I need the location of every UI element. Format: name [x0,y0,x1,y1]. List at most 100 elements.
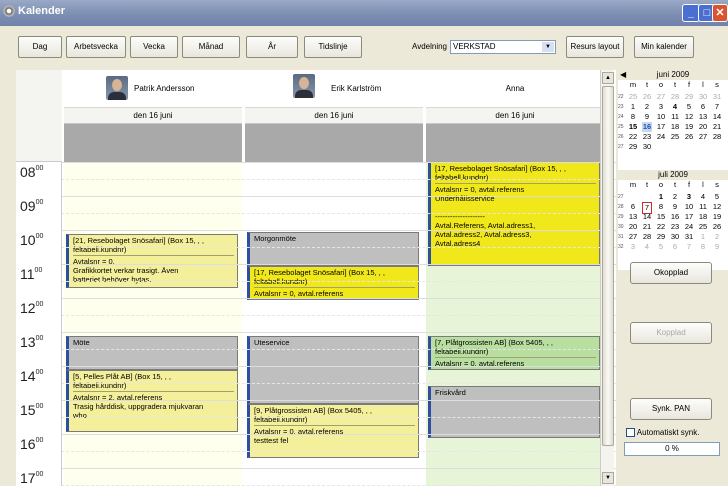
calendar-day[interactable]: 3 [656,102,666,112]
appointment[interactable]: [21, Resebolaget Snösafari] (Box 15, , ,… [66,234,238,288]
calendar-day[interactable]: 25 [670,132,680,142]
allday-band[interactable] [426,124,604,162]
calendar-day[interactable]: 14 [712,112,722,122]
calendar-day[interactable]: 19 [712,212,722,222]
calendar-day[interactable]: 27 [698,132,708,142]
calendar-day[interactable]: 31 [712,92,722,102]
calendar-day[interactable]: 24 [656,132,666,142]
calendar-day[interactable]: 5 [656,242,666,252]
vertical-scrollbar[interactable]: ▲ ▼ [600,70,614,486]
calendar-day[interactable]: 23 [670,222,680,232]
calendar-day[interactable]: 24 [684,222,694,232]
calendar-day[interactable]: 16 [642,122,652,132]
allday-band[interactable] [64,124,242,162]
calendar-day[interactable]: 17 [656,122,666,132]
auto-sync-checkbox[interactable]: Automatiskt synk. [626,428,699,438]
calendar-day[interactable]: 6 [698,102,708,112]
calendar-day[interactable]: 8 [628,112,638,122]
calendar-day[interactable]: 3 [684,192,694,202]
appointment[interactable]: [7, Plåtgrossisten AB] (Box 5405, , , fel… [428,336,600,370]
calendar-day[interactable]: 28 [670,92,680,102]
calendar-day[interactable]: 29 [656,232,666,242]
appointment[interactable]: [17, Resebolaget Snösafari] (Box 15, , ,… [428,162,600,266]
appointment[interactable]: Morgonmöte [247,232,419,266]
calendar-day[interactable]: 9 [670,202,680,212]
scrollbar-thumb[interactable] [602,86,614,446]
view-timeline-button[interactable]: Tidslinje [304,36,362,58]
calendar-day[interactable]: 5 [712,192,722,202]
calendar-day[interactable]: 4 [670,102,680,112]
calendar-day[interactable]: 13 [628,212,638,222]
calendar-day[interactable]: 12 [684,112,694,122]
calendar-day[interactable]: 6 [628,202,638,212]
calendar-day[interactable]: 2 [670,192,680,202]
calendar-day[interactable]: 6 [670,242,680,252]
okopplad-button[interactable]: Okopplad [630,262,712,284]
sync-pan-button[interactable]: Synk. PAN [630,398,712,420]
calendar-day[interactable]: 11 [698,202,708,212]
appointment[interactable]: [5, Pelles Plåt AB] (Box 15, , , feltabel… [66,370,238,432]
calendar-day[interactable]: 26 [684,132,694,142]
calendar-day[interactable]: 1 [656,192,666,202]
calendar-day[interactable]: 30 [698,92,708,102]
resource-layout-button[interactable]: Resurs layout [566,36,624,58]
calendar-day[interactable]: 10 [684,202,694,212]
calendar-day[interactable]: 15 [628,122,638,132]
appointment[interactable]: Uteservice [247,336,419,404]
calendar-day[interactable]: 14 [642,212,652,222]
calendar-day[interactable]: 2 [642,102,652,112]
calendar-day[interactable]: 5 [684,102,694,112]
resource-header[interactable]: Anna [426,70,604,108]
calendar-day[interactable]: 22 [628,132,638,142]
calendar-day[interactable]: 15 [656,212,666,222]
calendar-day[interactable]: 29 [628,142,638,152]
calendar-day[interactable]: 10 [656,112,666,122]
calendar-day[interactable]: 26 [712,222,722,232]
calendar-day[interactable]: 16 [670,212,680,222]
resource-header[interactable]: Patrik Andersson [64,70,242,108]
view-year-button[interactable]: År [246,36,298,58]
appointment[interactable]: Möte [66,336,238,370]
calendar-day[interactable]: 20 [628,222,638,232]
view-month-button[interactable]: Månad [182,36,240,58]
calendar-day[interactable]: 20 [698,122,708,132]
calendar-day[interactable]: 19 [684,122,694,132]
prev-month-icon[interactable]: ◀ [620,70,626,80]
kopplad-button[interactable]: Kopplad [630,322,712,344]
chevron-down-icon[interactable]: ▼ [542,42,554,52]
calendar-day[interactable]: 1 [628,102,638,112]
calendar-day[interactable]: 13 [698,112,708,122]
calendar-day[interactable]: 7 [684,242,694,252]
view-workweek-button[interactable]: Arbetsvecka [66,36,126,58]
calendar-day[interactable]: 2 [712,232,722,242]
scroll-up-icon[interactable]: ▲ [602,72,614,84]
close-button[interactable]: ✕ [712,4,728,22]
calendar-day[interactable]: 28 [712,132,722,142]
calendar-day[interactable]: 29 [684,92,694,102]
calendar-day[interactable]: 25 [628,92,638,102]
calendar-day[interactable]: 22 [656,222,666,232]
calendar-day[interactable]: 21 [712,122,722,132]
resource-header[interactable]: Erik Karlström [245,70,423,108]
calendar-day[interactable]: 27 [656,92,666,102]
my-calendar-button[interactable]: Min kalender [634,36,694,58]
calendar-day[interactable]: 21 [642,222,652,232]
calendar-day[interactable]: 18 [670,122,680,132]
appointment[interactable]: [17, Resebolaget Snösafari] (Box 15, , ,… [247,266,419,300]
department-select[interactable]: VERKSTAD ▼ [450,40,556,54]
calendar-day[interactable]: 9 [712,242,722,252]
calendar-day[interactable]: 30 [670,232,680,242]
view-week-button[interactable]: Vecka [130,36,178,58]
calendar-day[interactable]: 18 [698,212,708,222]
calendar-day[interactable]: 3 [628,242,638,252]
appointment[interactable]: Friskvård [428,386,600,438]
calendar-day[interactable]: 1 [698,232,708,242]
calendar-day[interactable]: 8 [698,242,708,252]
calendar-day[interactable]: 12 [712,202,722,212]
appointment[interactable]: [9, Plåtgrossisten AB] (Box 5405, , , fel… [247,404,419,458]
calendar-day[interactable]: 7 [712,102,722,112]
calendar-day[interactable]: 11 [670,112,680,122]
calendar-day[interactable]: 9 [642,112,652,122]
calendar-day[interactable]: 4 [642,242,652,252]
calendar-day[interactable]: 17 [684,212,694,222]
